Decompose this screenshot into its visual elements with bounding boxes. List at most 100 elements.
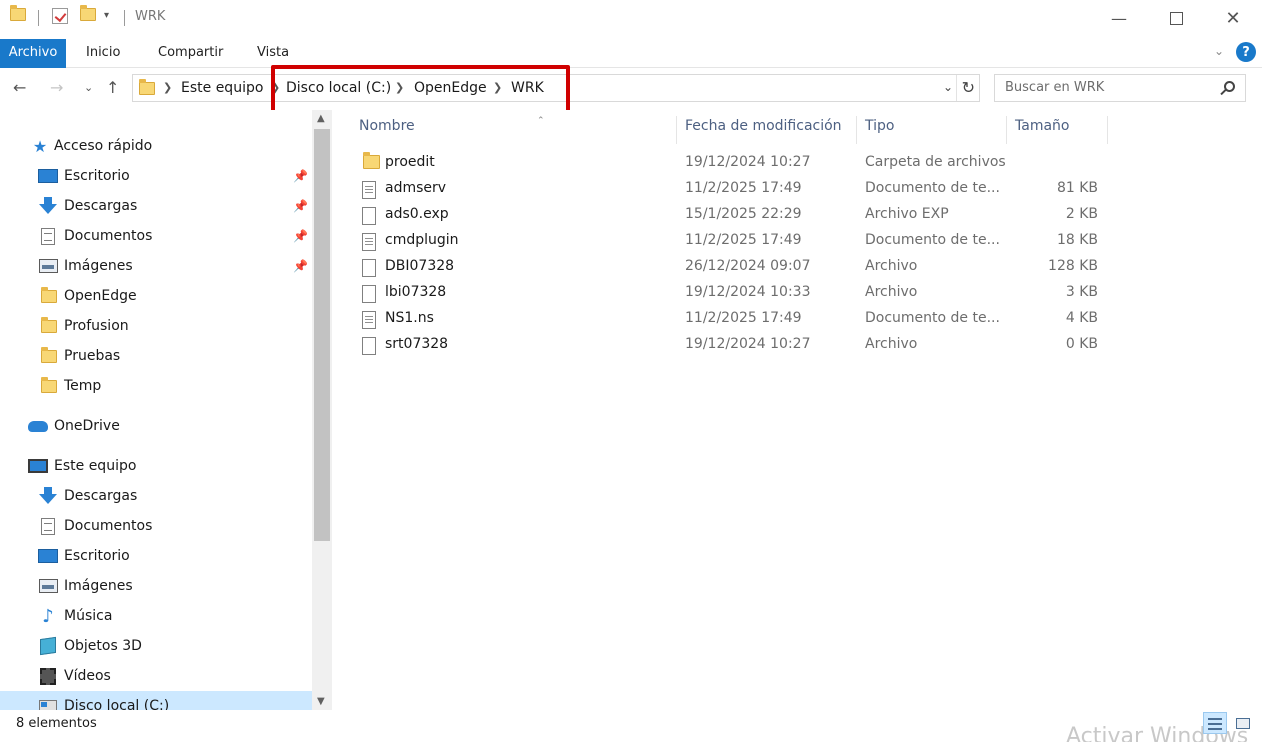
customize-toolbar-chevron-icon[interactable]: ▾ (104, 10, 109, 21)
nav-pc-musica[interactable]: ♪ Música (0, 601, 312, 631)
file-row-cmdplugin[interactable]: cmdplugin 11/2/2025 17:49 Documento de t… (332, 228, 1112, 254)
nav-quick-access[interactable]: ★ Acceso rápido (0, 131, 312, 161)
large-icons-icon (1236, 718, 1250, 729)
breadcrumb-disco-local[interactable]: Disco local (C:) (286, 80, 391, 96)
properties-check-icon[interactable] (52, 8, 68, 28)
pictures-icon (38, 577, 58, 595)
column-divider[interactable] (1107, 116, 1108, 144)
file-row-srt07328[interactable]: srt07328 19/12/2024 10:27 Archivo 0 KB (332, 332, 1112, 358)
large-icons-view-button[interactable] (1231, 712, 1255, 734)
nav-item-escritorio[interactable]: Escritorio 📌 (0, 161, 312, 191)
nav-pc-documentos[interactable]: Documentos (0, 511, 312, 541)
breadcrumb-chevron-icon[interactable]: ❯ (163, 81, 172, 94)
file-type: Documento de te... (865, 310, 1000, 326)
breadcrumb-chevron-icon[interactable]: ❯ (493, 81, 502, 94)
nav-onedrive[interactable]: OneDrive (0, 411, 312, 441)
nav-item-profusion[interactable]: Profusion (0, 311, 312, 341)
tab-vista[interactable]: Vista (248, 39, 298, 68)
file-name: DBI07328 (385, 258, 455, 274)
maximize-button[interactable] (1147, 0, 1205, 36)
nav-pc-videos[interactable]: Vídeos (0, 661, 312, 691)
recent-locations-chevron-icon[interactable]: ⌄ (84, 81, 93, 94)
file-row-admserv[interactable]: admserv 11/2/2025 17:49 Documento de te.… (332, 176, 1112, 202)
text-file-icon (362, 181, 376, 199)
nav-item-openedge[interactable]: OpenEdge (0, 281, 312, 311)
nav-pc-descargas[interactable]: Descargas (0, 481, 312, 511)
videos-icon (38, 667, 58, 685)
column-header-date[interactable]: Fecha de modificación (685, 118, 842, 142)
file-list: Nombre ⌃ Fecha de modificación Tipo Tamañ… (332, 110, 1262, 710)
breadcrumb-chevron-icon[interactable]: ❯ (271, 81, 280, 94)
file-name: cmdplugin (385, 232, 459, 248)
tab-archivo[interactable]: Archivo (0, 39, 66, 68)
nav-item-documentos[interactable]: Documentos 📌 (0, 221, 312, 251)
file-row-proedit[interactable]: proedit 19/12/2024 10:27 Carpeta de arch… (332, 150, 1112, 176)
nav-item-temp[interactable]: Temp (0, 371, 312, 401)
breadcrumb-chevron-icon[interactable]: ❯ (395, 81, 404, 94)
search-icon[interactable] (1224, 81, 1235, 92)
breadcrumb-openedge[interactable]: OpenEdge (414, 80, 487, 96)
file-size: 18 KB (1056, 232, 1098, 248)
tab-inicio[interactable]: Inicio (77, 39, 129, 68)
scrollbar-thumb[interactable] (314, 129, 330, 541)
up-arrow-icon[interactable]: ↑ (106, 78, 119, 97)
file-row-ns1-ns[interactable]: NS1.ns 11/2/2025 17:49 Documento de te..… (332, 306, 1112, 332)
pin-icon[interactable]: 📌 (293, 169, 308, 183)
nav-item-descargas[interactable]: Descargas 📌 (0, 191, 312, 221)
forward-arrow-icon[interactable]: → (50, 78, 63, 97)
close-button[interactable]: ✕ (1204, 0, 1262, 36)
nav-label: Música (64, 608, 113, 624)
file-row-lbi07328[interactable]: lbi07328 19/12/2024 10:33 Archivo 3 KB (332, 280, 1112, 306)
scroll-up-icon[interactable]: ▲ (317, 113, 325, 124)
details-view-button[interactable] (1203, 712, 1227, 734)
file-size: 81 KB (1056, 180, 1098, 196)
address-history-chevron-icon[interactable]: ⌄ (943, 80, 953, 94)
column-divider[interactable] (676, 116, 677, 144)
expand-ribbon-chevron-icon[interactable]: ⌄ (1214, 44, 1224, 58)
file-row-ads0-exp[interactable]: ads0.exp 15/1/2025 22:29 Archivo EXP 2 K… (332, 202, 1112, 228)
column-header-name[interactable]: Nombre ⌃ (359, 116, 545, 142)
search-input[interactable]: Buscar en WRK (994, 74, 1246, 102)
folder-icon (10, 5, 26, 25)
minimize-button[interactable]: — (1090, 0, 1148, 36)
breadcrumb-este-equipo[interactable]: Este equipo (181, 80, 263, 96)
nav-pc-disco-local[interactable]: Disco local (C:) (0, 691, 312, 710)
download-icon (38, 197, 58, 215)
pin-icon[interactable]: 📌 (293, 199, 308, 213)
column-divider[interactable] (1006, 116, 1007, 144)
computer-icon (28, 457, 48, 475)
folder-icon (39, 346, 59, 365)
nav-label: Imágenes (64, 258, 133, 274)
file-name: lbi07328 (385, 284, 447, 300)
nav-pc-imagenes[interactable]: Imágenes (0, 571, 312, 601)
file-size: 0 KB (1065, 336, 1098, 352)
pin-icon[interactable]: 📌 (293, 259, 308, 273)
nav-label: Temp (64, 378, 102, 394)
folder-icon (39, 376, 59, 395)
navigation-bar: ← → ⌄ ↑ ❯ Este equipo ❯ Disco local (C:)… (0, 68, 1262, 110)
file-row-dbi07328[interactable]: DBI07328 26/12/2024 09:07 Archivo 128 KB (332, 254, 1112, 280)
back-arrow-icon[interactable]: ← (13, 78, 26, 97)
tab-compartir[interactable]: Compartir (149, 39, 232, 68)
address-bar[interactable]: ❯ Este equipo ❯ Disco local (C:) ❯ OpenE… (132, 74, 980, 102)
column-divider[interactable] (856, 116, 857, 144)
refresh-icon[interactable]: ↻ (962, 78, 975, 97)
file-type: Archivo (865, 258, 918, 274)
nav-pc-escritorio[interactable]: Escritorio (0, 541, 312, 571)
column-header-size[interactable]: Tamaño (1015, 118, 1069, 142)
nav-item-imagenes[interactable]: Imágenes 📌 (0, 251, 312, 281)
column-label: Nombre (359, 118, 415, 134)
column-header-type[interactable]: Tipo (865, 118, 894, 142)
breadcrumb-wrk[interactable]: WRK (511, 80, 544, 96)
nav-pane-scrollbar[interactable]: ▲ ▼ (312, 110, 332, 710)
nav-item-pruebas[interactable]: Pruebas (0, 341, 312, 371)
pin-icon[interactable]: 📌 (293, 229, 308, 243)
nav-this-pc[interactable]: Este equipo (0, 451, 312, 481)
nav-pc-objetos-3d[interactable]: Objetos 3D (0, 631, 312, 661)
file-icon (362, 207, 376, 225)
new-folder-icon[interactable] (80, 5, 96, 25)
help-icon[interactable]: ? (1236, 42, 1256, 62)
folder-icon (39, 286, 59, 305)
scroll-down-icon[interactable]: ▼ (317, 696, 325, 707)
nav-label: Profusion (64, 318, 129, 334)
